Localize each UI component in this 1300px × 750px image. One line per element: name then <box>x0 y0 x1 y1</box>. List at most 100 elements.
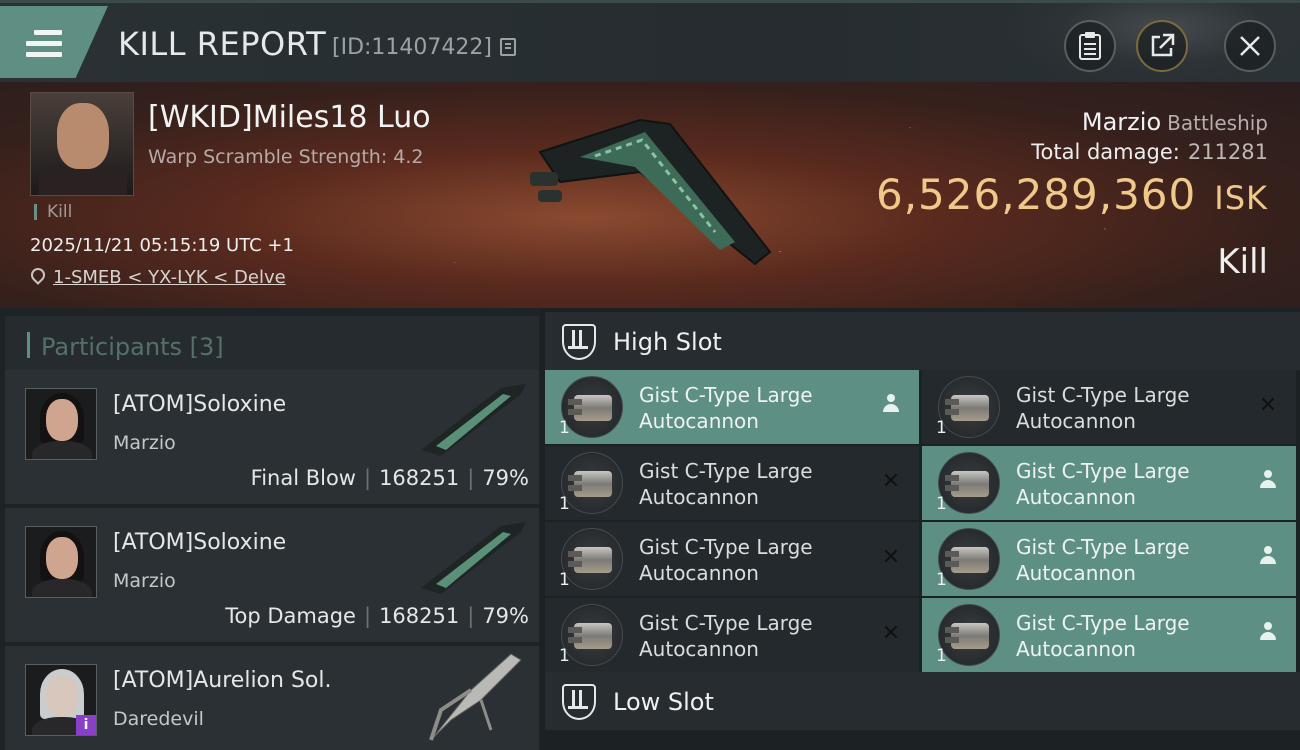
module-name: Gist C-Type Large Autocannon <box>639 459 813 509</box>
participant-name: [ATOM]Soloxine <box>113 392 287 417</box>
autocannon-icon <box>938 452 1000 514</box>
participants-label: Participants <box>41 333 182 361</box>
participants-count: [3] <box>189 333 224 361</box>
participant-portrait: i <box>25 664 97 736</box>
kill-location-link[interactable]: 1-SMEB < YX-LYK < Delve <box>53 267 286 288</box>
kill-summary-banner: [WKID]Miles18 Luo Warp Scramble Strength… <box>0 82 1300 308</box>
share-button[interactable] <box>1136 20 1188 72</box>
fitted-module[interactable]: 1 Gist C-Type Large Autocannon ✕ <box>922 370 1296 444</box>
fitted-module[interactable]: 1 Gist C-Type Large Autocannon <box>922 598 1296 672</box>
share-icon <box>1151 33 1175 57</box>
person-icon <box>1256 546 1280 570</box>
fitted-module[interactable]: 1 Gist C-Type Large Autocannon <box>545 370 919 444</box>
participant-role: Top Damage <box>225 604 356 628</box>
participants-header: Participants [3] <box>5 316 539 372</box>
close-icon <box>1240 36 1260 56</box>
total-damage-label: Total damage: <box>1031 140 1180 164</box>
participants-panel[interactable]: Participants [3] [ATOM]Soloxine Marzio F… <box>0 308 540 750</box>
autocannon-icon <box>561 604 623 666</box>
close-button[interactable] <box>1224 20 1276 72</box>
clipboard-icon <box>1079 32 1101 60</box>
participant-percent: 79% <box>482 466 529 490</box>
victim-name[interactable]: [WKID]Miles18 Luo <box>148 100 431 135</box>
top-bar: KILL REPORT [ID:11407422] <box>0 0 1300 85</box>
module-qty: 1 <box>559 418 570 438</box>
module-qty: 1 <box>559 570 570 590</box>
autocannon-icon <box>938 376 1000 438</box>
low-slot-label: Low Slot <box>613 688 714 716</box>
participant-card[interactable]: [ATOM]Soloxine Marzio Top Damage | 168251 |… <box>5 508 539 642</box>
isk-value: 6,526,289,360 <box>875 170 1197 219</box>
high-slot-header: High Slot <box>545 312 1300 370</box>
copy-icon[interactable] <box>500 38 516 56</box>
participant-ship-image <box>421 384 526 456</box>
victim-ship-class: Battleship <box>1167 111 1268 135</box>
total-damage-value: 211281 <box>1187 140 1268 164</box>
clipboard-button[interactable] <box>1064 20 1116 72</box>
participant-ship-image <box>429 653 522 741</box>
info-badge: i <box>76 715 96 735</box>
x-mark-icon: ✕ <box>881 545 901 570</box>
participant-portrait <box>25 388 97 460</box>
participant-ship-image <box>421 522 526 594</box>
slot-shield-icon <box>562 324 596 360</box>
participant-stats: Top Damage | 168251 | 79% <box>225 604 529 628</box>
autocannon-icon <box>938 528 1000 590</box>
participant-ship: Marzio <box>113 570 176 592</box>
participant-ship: Marzio <box>113 432 176 454</box>
module-name: Gist C-Type Large Autocannon <box>639 611 813 661</box>
fitted-module[interactable]: 1 Gist C-Type Large Autocannon ✕ <box>545 446 919 520</box>
module-qty: 1 <box>936 570 947 590</box>
victim-portrait[interactable] <box>30 92 134 196</box>
module-name: Gist C-Type Large Autocannon <box>639 535 813 585</box>
menu-button[interactable] <box>0 6 108 78</box>
participant-card[interactable]: i [ATOM]Aurelion Sol. Daredevil <box>5 646 539 750</box>
module-qty: 1 <box>936 418 947 438</box>
autocannon-icon <box>561 452 623 514</box>
isk-unit: ISK <box>1214 179 1268 217</box>
person-icon <box>1256 622 1280 646</box>
victim-ship-name[interactable]: Marzio <box>1082 108 1161 136</box>
module-name: Gist C-Type Large Autocannon <box>639 383 813 433</box>
total-damage: Total damage: 211281 <box>1031 140 1268 164</box>
participant-role: Final Blow <box>250 466 356 490</box>
fitting-panel[interactable]: High Slot 1 Gist C-Type Large Autocannon… <box>540 308 1300 750</box>
victim-ship-image <box>530 118 772 266</box>
fitted-module[interactable]: 1 Gist C-Type Large Autocannon <box>922 446 1296 520</box>
participant-ship: Daredevil <box>113 708 204 730</box>
x-mark-icon: ✕ <box>1258 393 1278 418</box>
fitted-module[interactable]: 1 Gist C-Type Large Autocannon <box>922 522 1296 596</box>
participant-name: [ATOM]Soloxine <box>113 530 287 555</box>
x-mark-icon: ✕ <box>881 469 901 494</box>
low-slot-header: Low Slot <box>545 672 1300 730</box>
module-name: Gist C-Type Large Autocannon <box>1016 535 1190 585</box>
location-pin-icon <box>28 265 48 285</box>
page-title: KILL REPORT <box>118 25 327 63</box>
victim-stat: Warp Scramble Strength: 4.2 <box>148 146 424 168</box>
menu-icon <box>26 30 62 58</box>
isk-value-line: 6,526,289,360 ISK <box>876 170 1268 219</box>
fitted-module[interactable]: 1 Gist C-Type Large Autocannon ✕ <box>545 522 919 596</box>
autocannon-icon <box>561 528 623 590</box>
participant-card[interactable]: [ATOM]Soloxine Marzio Final Blow | 168251 |… <box>5 370 539 504</box>
kill-tag: Kill <box>34 204 72 221</box>
participant-portrait <box>25 526 97 598</box>
fitted-module[interactable]: 1 Gist C-Type Large Autocannon ✕ <box>545 598 919 672</box>
autocannon-icon <box>561 376 623 438</box>
module-name: Gist C-Type Large Autocannon <box>1016 459 1190 509</box>
module-name: Gist C-Type Large Autocannon <box>1016 383 1190 433</box>
participant-damage: 168251 <box>379 466 460 490</box>
slot-shield-icon <box>562 684 596 720</box>
x-mark-icon: ✕ <box>881 621 901 646</box>
participant-stats: Final Blow | 168251 | 79% <box>250 466 529 490</box>
module-qty: 1 <box>936 646 947 666</box>
autocannon-icon <box>938 604 1000 666</box>
module-qty: 1 <box>936 494 947 514</box>
participant-name: [ATOM]Aurelion Sol. <box>113 668 332 693</box>
participant-damage: 168251 <box>379 604 460 628</box>
victim-ship-line: Marzio Battleship <box>1082 108 1268 136</box>
person-icon <box>1256 470 1280 494</box>
kill-datetime: 2025/11/21 05:15:19 UTC +1 <box>30 235 294 256</box>
report-id: [ID:11407422] <box>332 35 492 60</box>
participant-percent: 79% <box>482 604 529 628</box>
